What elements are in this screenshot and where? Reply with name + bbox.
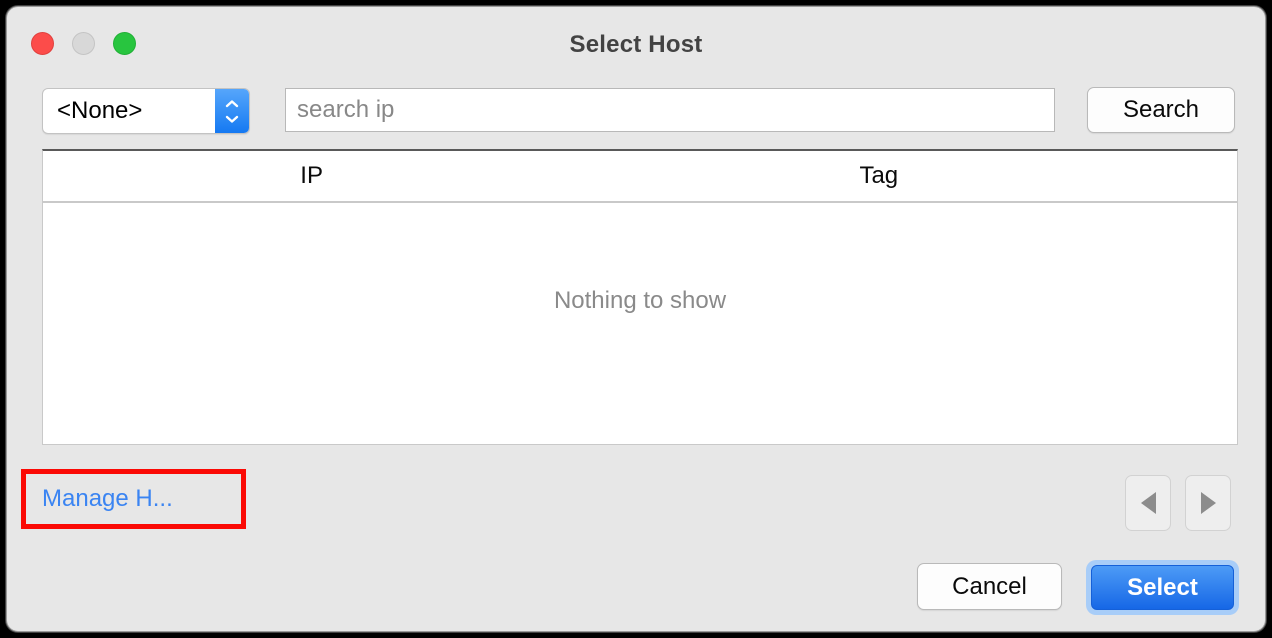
window-title: Select Host — [569, 31, 703, 58]
previous-page-button[interactable] — [1125, 475, 1171, 531]
select-button-label: Select — [1091, 565, 1234, 610]
column-header-tag[interactable]: Tag — [580, 151, 1177, 201]
column-header-ip[interactable]: IP — [43, 151, 580, 201]
cancel-button[interactable]: Cancel — [917, 563, 1062, 610]
search-input-placeholder: search ip — [297, 96, 395, 123]
next-page-button[interactable] — [1185, 475, 1231, 531]
arrow-right-icon — [1200, 492, 1216, 514]
host-select-value: <None> — [57, 97, 143, 124]
table-body: Nothing to show — [43, 203, 1237, 445]
table-header-row: IP Tag — [43, 151, 1237, 203]
search-input[interactable]: search ip — [285, 88, 1055, 132]
chevron-updown-icon[interactable] — [215, 89, 249, 133]
hosts-table: IP Tag Nothing to show — [42, 149, 1238, 445]
search-button[interactable]: Search — [1087, 87, 1235, 133]
arrow-left-icon — [1140, 492, 1156, 514]
empty-state-message: Nothing to show — [553, 287, 727, 314]
search-toolbar: <None> search ip Search — [7, 85, 1265, 137]
select-host-dialog: Select Host <None> search ip Search IP T… — [6, 6, 1266, 632]
manage-hosts-link[interactable]: Manage H... — [42, 485, 173, 513]
select-button[interactable]: Select — [1086, 560, 1239, 615]
title-bar: Select Host — [7, 7, 1265, 75]
host-select-popup[interactable]: <None> — [42, 88, 250, 134]
